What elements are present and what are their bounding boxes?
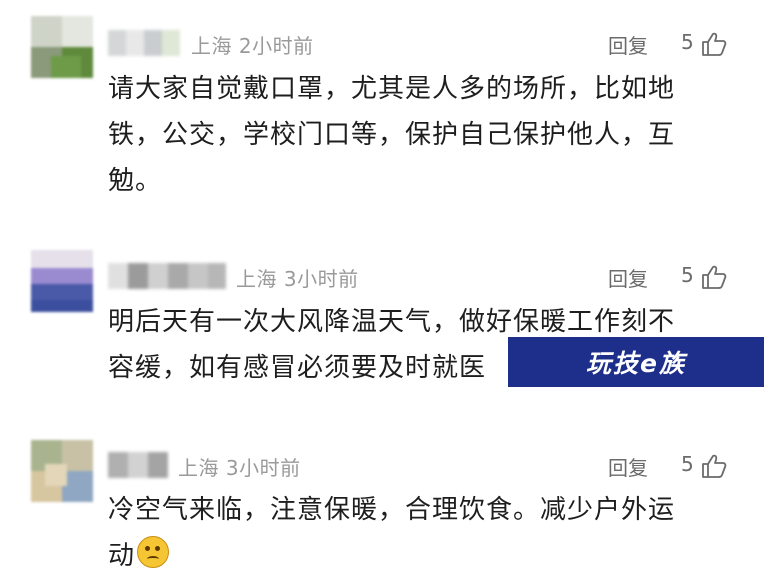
location-label: 上海 bbox=[236, 267, 277, 291]
comment-text: 冷空气来临，注意保暖，合理饮食。减少户外运 动 bbox=[108, 487, 738, 579]
like-count: 5 bbox=[681, 263, 694, 287]
comment-text-line: 铁，公交，学校门口等，保护自己保护他人，互 bbox=[108, 120, 676, 150]
time-label: 3小时前 bbox=[283, 267, 359, 291]
comment-text-line-with-emoji: 动 bbox=[108, 533, 738, 579]
avatar[interactable] bbox=[31, 16, 93, 78]
username-blurred[interactable] bbox=[108, 263, 226, 289]
username-blurred[interactable] bbox=[108, 30, 180, 56]
avatar[interactable] bbox=[31, 440, 93, 502]
like-count: 5 bbox=[681, 452, 694, 476]
watermark-text: 玩技e族 bbox=[586, 349, 686, 378]
reply-button[interactable]: 回复 bbox=[608, 30, 648, 59]
reply-button[interactable]: 回复 bbox=[608, 452, 648, 481]
thumbs-up-icon[interactable] bbox=[700, 31, 728, 57]
location-label: 上海 bbox=[178, 456, 219, 480]
watermark-banner: 玩技e族 bbox=[508, 337, 764, 387]
time-label: 3小时前 bbox=[225, 456, 301, 480]
comment-text-line: 动 bbox=[108, 541, 136, 571]
location-label: 上海 bbox=[191, 34, 232, 58]
comment-meta: 上海 3小时前 bbox=[236, 263, 359, 292]
thinking-face-emoji-icon bbox=[137, 536, 170, 568]
time-label: 2小时前 bbox=[238, 34, 314, 58]
comment-text: 请大家自觉戴口罩，尤其是人多的场所，比如地 铁，公交，学校门口等，保护自己保护他… bbox=[108, 66, 738, 204]
thumbs-up-icon[interactable] bbox=[700, 264, 728, 290]
reply-button[interactable]: 回复 bbox=[608, 263, 648, 292]
comment-text-line: 冷空气来临，注意保暖，合理饮食。减少户外运 bbox=[108, 495, 676, 525]
like-count: 5 bbox=[681, 30, 694, 54]
thumbs-up-icon[interactable] bbox=[700, 453, 728, 479]
comment-text-line: 勉。 bbox=[108, 166, 163, 196]
username-blurred[interactable] bbox=[108, 452, 168, 478]
comment-text-line: 请大家自觉戴口罩，尤其是人多的场所，比如地 bbox=[108, 74, 676, 104]
avatar[interactable] bbox=[31, 250, 93, 312]
comment-meta: 上海 2小时前 bbox=[191, 30, 314, 59]
comment-meta: 上海 3小时前 bbox=[178, 452, 301, 481]
